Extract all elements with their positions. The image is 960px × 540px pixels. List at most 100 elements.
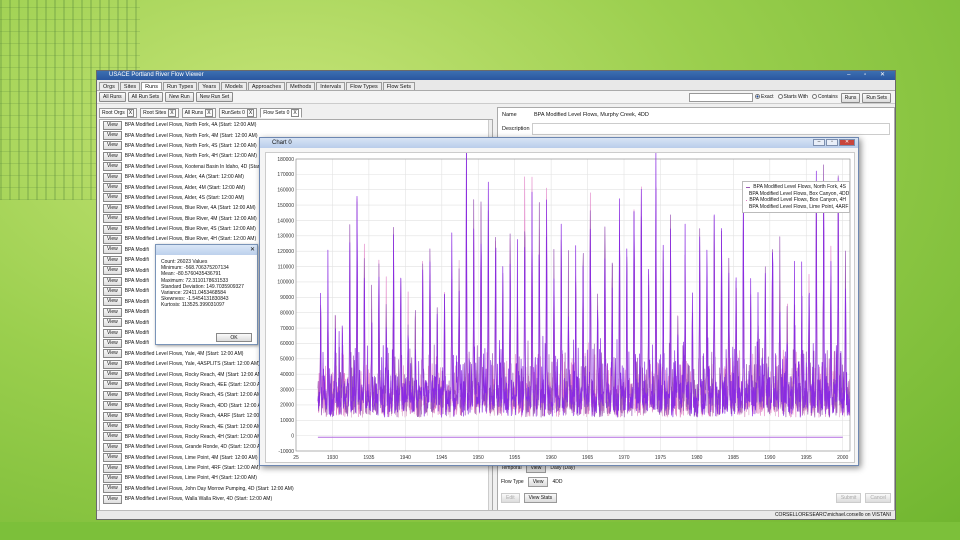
view-button[interactable]: View [103, 172, 122, 182]
y-tick-label: 100000 [277, 280, 294, 286]
maximize-icon[interactable]: ▫ [826, 139, 838, 146]
view-button[interactable]: View [103, 328, 122, 338]
view-button[interactable]: View [103, 349, 122, 359]
view-button[interactable]: View [103, 297, 122, 307]
view-button[interactable]: View [103, 183, 122, 193]
tab-years[interactable]: Years [198, 82, 221, 90]
view-button[interactable]: View [103, 370, 122, 380]
tab-methods[interactable]: Methods [286, 82, 316, 90]
window-controls[interactable]: – ▫ ✕ [847, 71, 891, 80]
view-button[interactable]: View [103, 120, 122, 130]
runs-search-button[interactable]: Runs [840, 93, 861, 103]
view-button[interactable]: View [103, 390, 122, 400]
submit-button[interactable]: Submit [835, 493, 862, 503]
chip-all-runs[interactable]: All Runs X [181, 108, 216, 118]
tab-intervals[interactable]: Intervals [316, 82, 346, 90]
toolbar: All Runs All Run Sets New Run New Run Se… [97, 91, 895, 104]
x-tick-label: 1980 [691, 455, 702, 461]
list-item-label: BPA Modified Level Flows, North Fork, 4H… [124, 153, 257, 160]
view-stats-button[interactable]: View Stats [523, 493, 558, 503]
y-tick-label: 40000 [280, 372, 294, 378]
list-item-label: BPA Modifi [124, 267, 149, 274]
chip-close-icon[interactable]: X [205, 109, 213, 117]
x-tick-label: 1970 [618, 455, 629, 461]
view-button[interactable]: View [103, 432, 122, 442]
close-icon[interactable]: ✕ [839, 139, 855, 146]
view-button[interactable]: View [103, 224, 122, 234]
edit-button[interactable]: Edit [501, 493, 520, 503]
new-run-button[interactable]: New Run [165, 92, 194, 102]
view-button[interactable]: View [103, 359, 122, 369]
search-input[interactable] [689, 93, 753, 102]
cancel-button[interactable]: Cancel [865, 493, 891, 503]
view-button[interactable]: View [103, 203, 122, 213]
chip-close-icon[interactable]: X [168, 109, 176, 117]
view-button[interactable]: View [103, 473, 122, 483]
view-button[interactable]: View [103, 255, 122, 265]
tab-approaches[interactable]: Approaches [247, 82, 286, 90]
view-button[interactable]: View [103, 318, 122, 328]
view-button[interactable]: View [103, 276, 122, 286]
view-button[interactable]: View [103, 380, 122, 390]
view-button[interactable]: View [103, 463, 122, 473]
minimize-icon[interactable]: – [813, 139, 825, 146]
radio-contains[interactable]: Contains [811, 93, 838, 102]
view-button[interactable]: View [103, 453, 122, 463]
view-button[interactable]: View [103, 214, 122, 224]
all-runs-button[interactable]: All Runs [99, 92, 126, 102]
radio-exact[interactable]: Exact [755, 93, 774, 102]
all-run-sets-button[interactable]: All Run Sets [127, 92, 164, 102]
list-item-label: BPA Modifi [124, 257, 149, 264]
view-button[interactable]: View [103, 266, 122, 276]
list-item-label: BPA Modified Level Flows, Rocky Reach, 4… [124, 413, 270, 420]
ok-button[interactable]: OK [216, 333, 252, 342]
list-item-label: BPA Modified Level Flows, Grande Ronde, … [124, 444, 267, 451]
chip-close-icon[interactable]: X [291, 109, 299, 117]
chart-window-title: Chart 0 [272, 140, 292, 146]
view-button[interactable]: View [103, 411, 122, 421]
chip-root-orgs[interactable]: Root Orgs X [99, 108, 138, 118]
tab-run-types[interactable]: Run Types [163, 82, 198, 90]
view-button[interactable]: View [103, 422, 122, 432]
run-sets-search-button[interactable]: Run Sets [862, 93, 891, 103]
view-button[interactable]: View [103, 245, 122, 255]
description-field[interactable] [532, 123, 890, 135]
tab-flow-types[interactable]: Flow Types [346, 82, 382, 90]
description-label: Description [502, 126, 530, 132]
tab-orgs[interactable]: Orgs [99, 82, 119, 90]
list-item-label: BPA Modified Level Flows, Lime Point, 4R… [124, 465, 260, 472]
chip-root-sites[interactable]: Root Sites X [140, 108, 179, 118]
view-button[interactable]: View [103, 131, 122, 141]
tab-sites[interactable]: Sites [119, 82, 141, 90]
view-button[interactable]: View [103, 484, 122, 494]
list-item-label: BPA Modified Level Flows, Blue River, 4H… [124, 236, 257, 243]
view-button[interactable]: View [103, 193, 122, 203]
view-button[interactable]: View [103, 286, 122, 296]
tab-flow-sets[interactable]: Flow Sets 0X [260, 108, 302, 118]
view-button[interactable]: View [103, 442, 122, 452]
flow-type-view-button[interactable]: View [527, 477, 549, 487]
y-tick-label: -10000 [278, 449, 294, 455]
x-tick-label: 1950 [473, 455, 484, 461]
view-button[interactable]: View [103, 494, 122, 504]
view-button[interactable]: View [103, 234, 122, 244]
view-button[interactable]: View [103, 338, 122, 348]
legend-entry: BPA Modified Level Flows, North Fork, 4S [746, 184, 846, 191]
chip-runsets[interactable]: RunSets 0X [218, 108, 258, 118]
chip-close-icon[interactable]: X [246, 109, 255, 117]
filter-chip-row: Root Orgs X Root Sites X All Runs X RunSets… [99, 108, 302, 118]
view-button[interactable]: View [103, 307, 122, 317]
chart-window-controls: – ▫ ✕ [813, 139, 855, 146]
chip-close-icon[interactable]: X [126, 109, 135, 117]
new-run-set-button[interactable]: New Run Set [195, 92, 234, 102]
tab-models[interactable]: Models [221, 82, 247, 90]
tab-flow-sets[interactable]: Flow Sets [382, 82, 415, 90]
name-value[interactable]: BPA Modified Level Flows, Murphy Creek, … [534, 112, 649, 118]
close-icon[interactable]: ✕ [250, 246, 255, 253]
radio-starts-with[interactable]: Starts With [777, 93, 808, 102]
view-button[interactable]: View [103, 162, 122, 172]
tab-runs[interactable]: Runs [141, 82, 162, 90]
view-button[interactable]: View [103, 141, 122, 151]
view-button[interactable]: View [103, 401, 122, 411]
view-button[interactable]: View [103, 151, 122, 161]
